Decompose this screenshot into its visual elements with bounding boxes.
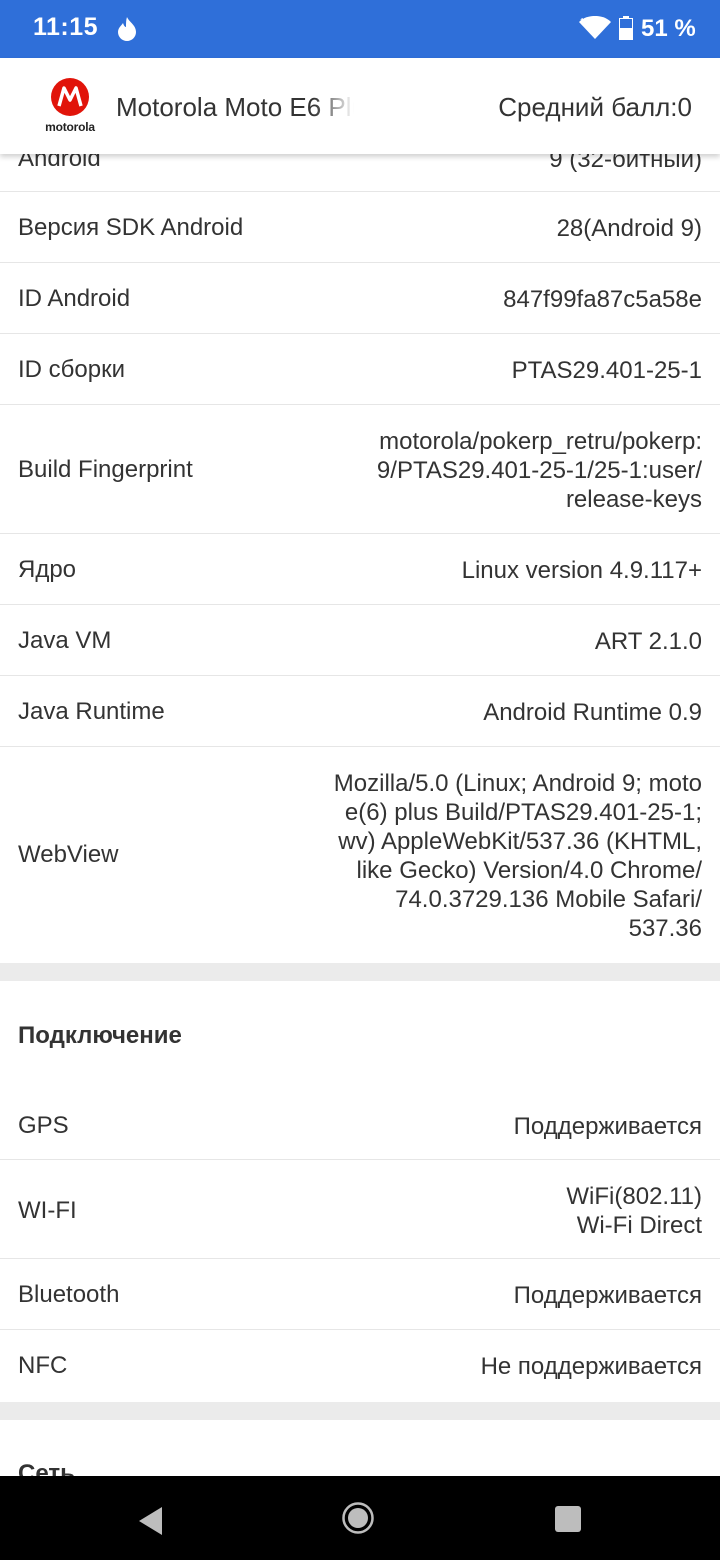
value-line: wv) AppleWebKit/537.36 (KHTML, — [338, 828, 702, 855]
row-label: GPS — [18, 1112, 69, 1139]
value-line: Mozilla/5.0 (Linux; Android 9; moto — [333, 770, 702, 797]
row-value: Mozilla/5.0 (Linux; Android 9; moto e(6)… — [334, 769, 702, 943]
app-bar: motorola Motorola Moto E6 Plus Средний б… — [0, 58, 720, 154]
home-icon[interactable] — [342, 1502, 374, 1534]
row-bluetooth: Bluetooth Поддерживается — [0, 1259, 720, 1330]
row-android-id: ID Android 847f99fa87c5a58e — [0, 263, 720, 334]
row-java-vm: Java VM ART 2.1.0 — [0, 605, 720, 676]
navigation-bar — [0, 1476, 720, 1560]
row-label: Ядро — [18, 556, 77, 583]
battery-icon — [619, 16, 633, 40]
row-kernel: Ядро Linux version 4.9.117+ — [0, 534, 720, 605]
row-value: Android Runtime 0.9 — [483, 699, 702, 726]
row-build-id: ID сборки PTAS29.401-25-1 — [0, 334, 720, 405]
flame-icon — [118, 17, 136, 41]
row-label: Java VM — [18, 627, 112, 654]
average-score: Средний балл:0 — [498, 92, 692, 122]
row-label: WI-FI — [18, 1197, 77, 1224]
value-line: motorola/pokerp_retru/pokerp: — [379, 428, 702, 455]
row-label: ID сборки — [18, 356, 126, 383]
value-line: 537.36 — [628, 915, 702, 942]
section-divider — [0, 963, 720, 981]
value-line: 9/PTAS29.401-25-1/25-1:user/ — [376, 457, 702, 484]
row-value: Поддерживается — [513, 1282, 702, 1309]
row-label: Build Fingerprint — [18, 456, 193, 483]
row-nfc: NFC Не поддерживается — [0, 1330, 720, 1401]
motorola-logo-mark — [51, 78, 89, 116]
back-icon[interactable] — [138, 1506, 164, 1536]
row-label: Версия SDK Android — [18, 214, 244, 241]
row-label: WebView — [18, 841, 119, 868]
row-value: Поддерживается — [513, 1113, 702, 1140]
value-line: 74.0.3729.136 Mobile Safari/ — [395, 886, 702, 913]
section-title-connection: Подключение — [18, 1022, 182, 1049]
row-value: Linux version 4.9.117+ — [461, 557, 702, 584]
row-value: PTAS29.401-25-1 — [511, 357, 702, 384]
status-bar: 11:15 ⇅ 51 % — [0, 0, 720, 58]
recent-apps-icon[interactable] — [555, 1506, 581, 1532]
row-webview: WebView Mozilla/5.0 (Linux; Android 9; m… — [0, 747, 720, 962]
svg-text:⇅: ⇅ — [580, 17, 587, 26]
row-label: NFC — [18, 1352, 68, 1379]
row-wifi: WI-FI WiFi(802.11) Wi-Fi Direct — [0, 1160, 720, 1259]
row-value: ART 2.1.0 — [594, 628, 702, 655]
row-label: ID Android — [18, 285, 131, 312]
value-line: like Gecko) Version/4.0 Chrome/ — [356, 857, 702, 884]
battery-percent: 51 % — [641, 15, 696, 42]
status-time: 11:15 — [33, 13, 99, 41]
row-java-runtime: Java Runtime Android Runtime 0.9 — [0, 676, 720, 747]
motorola-logo: motorola — [38, 78, 102, 138]
row-value: Не поддерживается — [480, 1353, 702, 1380]
row-value: motorola/pokerp_retru/pokerp: 9/PTAS29.4… — [377, 427, 702, 514]
value-line: e(6) plus Build/PTAS29.401-25-1; — [344, 799, 702, 826]
value-line: release-keys — [565, 486, 702, 513]
wifi-icon: ⇅ — [579, 16, 611, 39]
row-label: Java Runtime — [18, 698, 165, 725]
value-line: WiFi(802.11) — [566, 1183, 702, 1210]
section-divider — [0, 1402, 720, 1420]
value-line: Wi-Fi Direct — [576, 1212, 702, 1239]
row-label: Bluetooth — [18, 1281, 120, 1308]
row-build-fingerprint: Build Fingerprint motorola/pokerp_retru/… — [0, 405, 720, 534]
row-value: 847f99fa87c5a58e — [503, 286, 702, 313]
logo-text: motorola — [45, 120, 95, 134]
row-value: 28(Android 9) — [556, 215, 702, 242]
device-title: Motorola Moto E6 Plus — [116, 92, 354, 123]
row-gps: GPS Поддерживается — [0, 1090, 720, 1160]
row-sdk-version: Версия SDK Android 28(Android 9) — [0, 192, 720, 263]
motorola-m-icon — [57, 86, 83, 107]
row-value: WiFi(802.11) Wi-Fi Direct — [566, 1182, 702, 1240]
